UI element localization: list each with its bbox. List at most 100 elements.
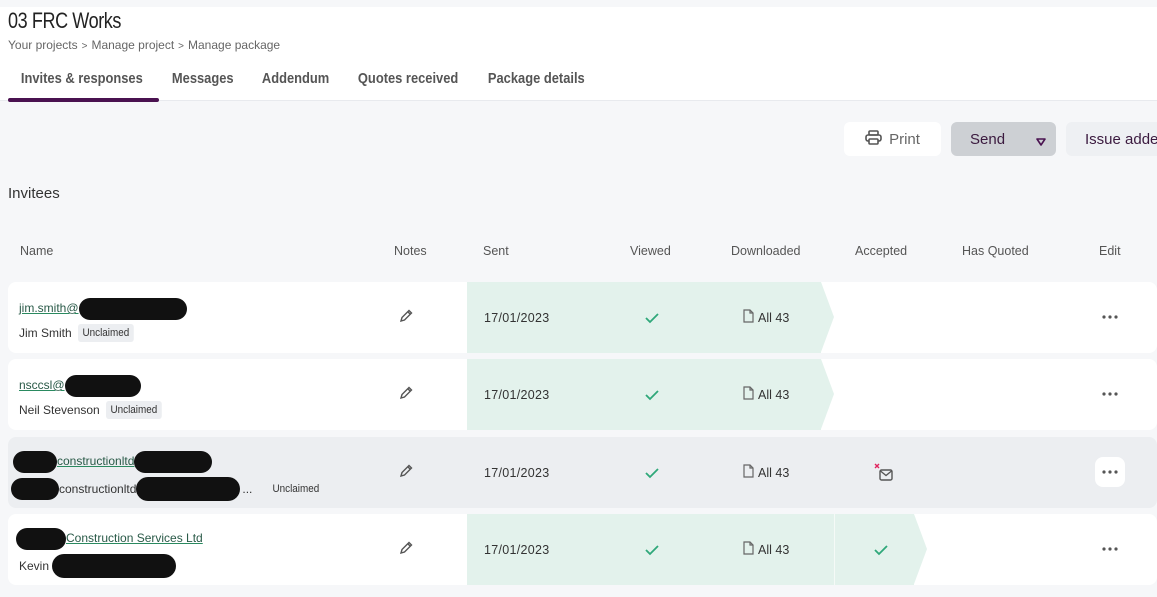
progress-band-arrow (821, 282, 834, 352)
downloaded-count: All 43 (758, 310, 790, 325)
column-header-name: Name (20, 244, 54, 258)
breadcrumb-manage-project[interactable]: Manage project (91, 38, 174, 52)
column-header-sent: Sent (483, 244, 509, 258)
contact-name: Jim Smith (19, 326, 72, 340)
sent-date: 17/01/2023 (484, 387, 550, 402)
pencil-icon[interactable] (398, 308, 414, 327)
invitee-email-link[interactable]: jim.smith@ (19, 298, 187, 320)
tab-messages[interactable]: Messages (159, 65, 236, 101)
breadcrumb-your-projects[interactable]: Your projects (8, 38, 78, 52)
status-badge: Unclaimed (77, 324, 134, 342)
invitee-email-link[interactable]: constructionltd (13, 451, 213, 473)
viewed-check-icon (644, 437, 660, 508)
caret-down-icon[interactable] (1036, 133, 1046, 150)
invitee-email-link[interactable]: nsccsl@ (19, 375, 141, 397)
more-options-button[interactable] (1095, 534, 1125, 564)
tab-bar: Invites & responses Messages Addendum Qu… (8, 65, 605, 102)
status-badge: Unclaimed (272, 483, 320, 495)
progress-band-arrow (821, 359, 834, 429)
more-options-button[interactable] (1095, 302, 1125, 332)
downloaded-count: All 43 (758, 465, 790, 480)
accepted-check-icon (873, 514, 889, 585)
send-button[interactable]: Send (951, 122, 1056, 156)
ellipsis-icon (1102, 470, 1118, 474)
ellipsis-icon (1102, 315, 1118, 319)
ellipsis-icon (1102, 392, 1118, 396)
send-label: Send (970, 130, 1006, 148)
table-row[interactable]: nsccsl@ Neil Stevenson Unclaimed 17/01/2… (8, 359, 1157, 430)
sent-date: 17/01/2023 (484, 465, 550, 480)
table-header: Name Notes Sent Viewed Downloaded Accept… (0, 244, 1157, 262)
page-title: 03 FRC Works (8, 8, 122, 33)
issue-addendum-label: Issue adde (1085, 130, 1157, 148)
redaction (134, 451, 213, 473)
top-strip (0, 0, 1157, 7)
pencil-icon[interactable] (398, 463, 414, 482)
pencil-icon[interactable] (398, 540, 414, 559)
notes-cell[interactable] (398, 514, 414, 585)
column-header-viewed: Viewed (630, 244, 671, 258)
downloaded-count: All 43 (758, 542, 790, 557)
column-header-downloaded: Downloaded (731, 244, 801, 258)
action-bar: Print Send Issue adde (844, 122, 1157, 156)
tab-quotes-received[interactable]: Quotes received (345, 65, 458, 101)
document-icon (743, 386, 754, 403)
status-badge: Unclaimed (105, 401, 162, 419)
viewed-check-icon (644, 282, 660, 353)
contact-name: Neil Stevenson (19, 403, 100, 417)
printer-icon (865, 129, 882, 149)
issue-addendum-button[interactable]: Issue adde (1066, 122, 1157, 156)
progress-band-arrow (914, 514, 927, 584)
invitee-name: Jim Smith Unclaimed (19, 324, 140, 342)
invitee-name: Kevin (19, 554, 177, 578)
table-row[interactable]: constructionltd constructionltd ... Uncl… (8, 437, 1157, 508)
viewed-check-icon (644, 514, 660, 585)
table-row[interactable]: Construction Services Ltd Kevin 17/01/20… (8, 514, 1157, 585)
notes-cell[interactable] (398, 437, 414, 508)
notes-cell[interactable] (398, 282, 414, 353)
column-header-accepted: Accepted (855, 244, 908, 258)
print-label: Print (889, 130, 920, 148)
breadcrumb: Your projects > Manage project > Manage pack… (8, 38, 280, 52)
declined-email-icon (874, 437, 894, 508)
table-row[interactable]: jim.smith@ Jim Smith Unclaimed 17/01/202… (8, 282, 1157, 353)
contact-name: Kevin (19, 559, 50, 573)
page-header: 03 FRC Works Your projects > Manage projec… (0, 7, 1157, 102)
redaction (16, 528, 66, 550)
redaction (11, 478, 59, 500)
ellipsis-icon (1102, 547, 1118, 551)
more-options-button[interactable] (1095, 379, 1125, 409)
breadcrumb-separator: > (178, 41, 185, 52)
contact-name: constructionltd (59, 482, 137, 496)
notes-cell[interactable] (398, 359, 414, 430)
invitee-name: Neil Stevenson Unclaimed (19, 401, 168, 419)
document-icon (743, 541, 754, 558)
redaction (78, 298, 187, 320)
invitee-name: constructionltd ... Unclaimed (11, 477, 330, 501)
breadcrumb-manage-package: Manage package (188, 38, 281, 52)
downloaded-cell: All 43 (743, 282, 789, 353)
print-button[interactable]: Print (844, 122, 941, 156)
pencil-icon[interactable] (398, 385, 414, 404)
breadcrumb-separator: > (81, 41, 88, 52)
invitee-email-link[interactable]: Construction Services Ltd (16, 528, 203, 550)
downloaded-count: All 43 (758, 387, 790, 402)
tab-invites-responses[interactable]: Invites & responses (8, 65, 143, 101)
column-header-notes: Notes (394, 244, 427, 258)
tab-addendum[interactable]: Addendum (249, 65, 332, 101)
redaction (52, 554, 177, 578)
column-header-edit: Edit (1099, 244, 1121, 258)
tab-package-details[interactable]: Package details (475, 65, 587, 101)
sent-date: 17/01/2023 (484, 542, 550, 557)
downloaded-cell: All 43 (743, 514, 789, 585)
truncation-ellipsis: ... (242, 482, 253, 496)
document-icon (743, 309, 754, 326)
sent-date: 17/01/2023 (484, 310, 550, 325)
redaction (13, 451, 57, 473)
column-header-has-quoted: Has Quoted (962, 244, 1029, 258)
invitees-heading: Invitees (8, 185, 60, 202)
redaction (136, 477, 241, 501)
more-options-button[interactable] (1095, 457, 1125, 487)
redaction (64, 375, 141, 397)
downloaded-cell: All 43 (743, 437, 789, 508)
